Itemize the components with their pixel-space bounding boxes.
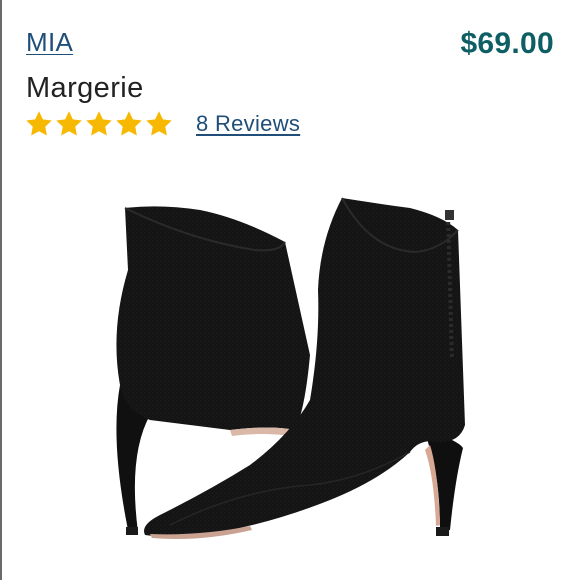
- star-icon: [26, 111, 52, 136]
- boots-illustration: [116, 197, 465, 539]
- star-rating: [24, 109, 174, 139]
- product-name: Margerie: [26, 72, 144, 104]
- rating-row: 8 Reviews: [24, 108, 300, 140]
- product-image: [80, 180, 520, 560]
- page-left-border: [0, 0, 2, 580]
- brand-link[interactable]: MIA: [26, 26, 73, 58]
- star-icon: [146, 111, 172, 136]
- star-icon: [56, 111, 82, 136]
- reviews-link[interactable]: 8 Reviews: [196, 110, 300, 138]
- star-icon: [86, 111, 112, 136]
- product-price: $69.00: [460, 27, 554, 60]
- star-icon: [116, 111, 142, 136]
